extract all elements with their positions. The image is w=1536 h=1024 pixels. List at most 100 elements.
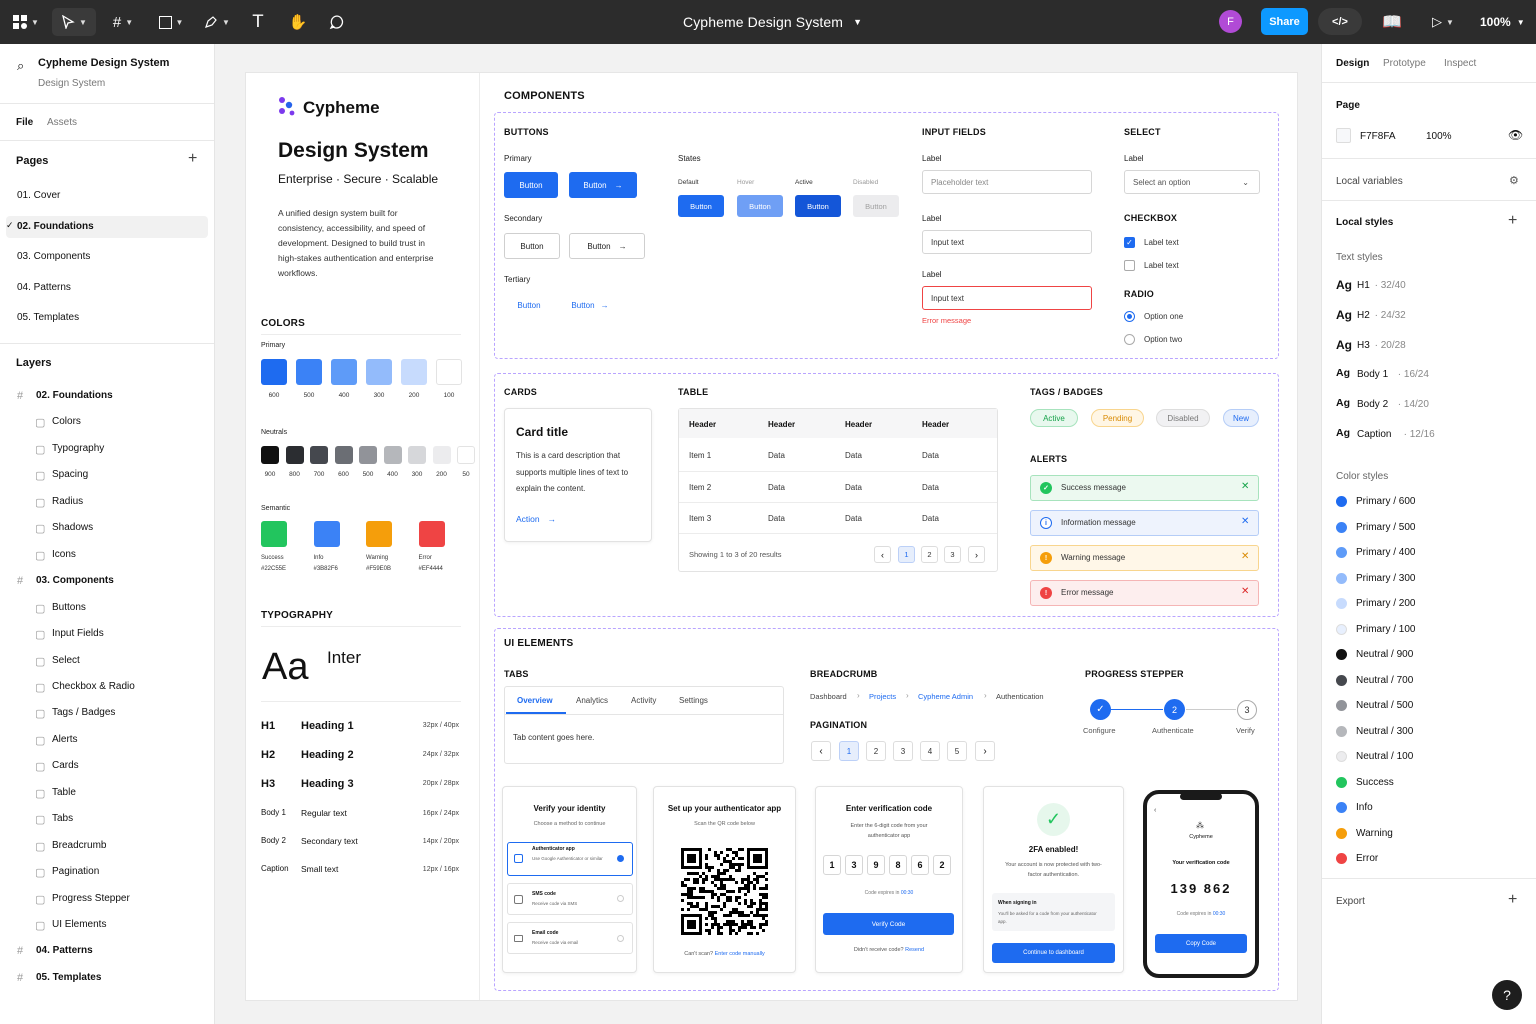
zoom-control[interactable]: 100% ▼ xyxy=(1480,0,1525,44)
state-button[interactable]: Button xyxy=(795,195,841,217)
layer-item[interactable]: UI Elements xyxy=(52,919,106,930)
tertiary-button-with-icon[interactable]: Button → xyxy=(560,293,620,317)
card-action-link[interactable]: Action → xyxy=(516,514,556,524)
enter-code-manually-link[interactable]: Enter code manually xyxy=(715,951,765,957)
text-style-name[interactable]: H1 xyxy=(1357,280,1370,291)
breadcrumb-item[interactable]: Dashboard xyxy=(810,692,847,701)
page-item[interactable]: 04. Patterns xyxy=(17,282,71,293)
tab[interactable]: Activity xyxy=(631,696,656,705)
present-button[interactable]: ▷ ▼ xyxy=(1424,8,1462,36)
layer-item[interactable]: Select xyxy=(52,655,80,666)
color-style-name[interactable]: Warning xyxy=(1356,828,1393,839)
page-item[interactable]: 01. Cover xyxy=(17,190,60,201)
code-digit-box[interactable]: 6 xyxy=(911,855,929,875)
close-icon[interactable]: ✕ xyxy=(1241,481,1249,492)
page-item[interactable]: 02. Foundations xyxy=(17,221,94,232)
color-swatch[interactable] xyxy=(383,446,402,464)
copy-code-button[interactable]: Copy Code xyxy=(1155,934,1247,953)
layer-item[interactable]: Radius xyxy=(52,496,83,507)
text-style-name[interactable]: Caption xyxy=(1357,429,1391,440)
filled-input[interactable]: Input text xyxy=(922,230,1092,254)
chevron-right-icon[interactable]: › xyxy=(968,546,985,563)
pen-tool-button[interactable]: ▼ xyxy=(198,8,236,36)
resend-link[interactable]: Resend xyxy=(905,947,924,953)
layer-item[interactable]: Typography xyxy=(52,443,104,454)
color-style-name[interactable]: Primary / 200 xyxy=(1356,598,1415,609)
code-digit-box[interactable]: 3 xyxy=(845,855,863,875)
color-style-name[interactable]: Neutral / 700 xyxy=(1356,675,1413,686)
library-button[interactable]: 📖 xyxy=(1378,8,1406,36)
checkbox-checked[interactable]: ✓ xyxy=(1124,237,1135,248)
back-chevron-icon[interactable]: ‹ xyxy=(1154,807,1156,814)
layer-item[interactable]: Spacing xyxy=(52,469,88,480)
color-swatch[interactable] xyxy=(436,359,462,385)
state-button[interactable]: Button xyxy=(737,195,783,217)
semantic-swatch[interactable] xyxy=(366,521,392,547)
layer-item[interactable]: 02. Foundations xyxy=(36,390,113,401)
share-button[interactable]: Share xyxy=(1261,8,1308,35)
placeholder-input[interactable]: Placeholder text xyxy=(922,170,1092,194)
add-style-icon[interactable]: + xyxy=(1508,212,1517,230)
export-title[interactable]: Export xyxy=(1336,896,1365,907)
color-style-name[interactable]: Neutral / 500 xyxy=(1356,700,1413,711)
breadcrumb-item[interactable]: Cypheme Admin xyxy=(918,692,973,701)
semantic-swatch[interactable] xyxy=(261,521,287,547)
layer-item[interactable]: Cards xyxy=(52,760,79,771)
avatar[interactable]: F xyxy=(1219,10,1242,33)
tab-design[interactable]: Design xyxy=(1336,58,1369,69)
text-style-name[interactable]: Body 1 xyxy=(1357,369,1388,380)
chevron-right-icon[interactable]: › xyxy=(975,741,995,761)
primary-button[interactable]: Button xyxy=(504,172,558,198)
dev-mode-toggle[interactable]: </> xyxy=(1318,8,1362,35)
radio-unselected[interactable] xyxy=(1124,334,1135,345)
color-style-name[interactable]: Neutral / 300 xyxy=(1356,726,1413,737)
tab[interactable]: Settings xyxy=(679,696,708,705)
tab[interactable]: Overview xyxy=(517,696,553,705)
color-swatch[interactable] xyxy=(261,446,279,464)
tab-inspect[interactable]: Inspect xyxy=(1444,58,1476,69)
comment-tool-button[interactable] xyxy=(325,8,349,36)
radio-selected[interactable] xyxy=(1124,311,1135,322)
tab-prototype[interactable]: Prototype xyxy=(1383,58,1426,69)
semantic-swatch[interactable] xyxy=(418,521,445,547)
color-swatch[interactable] xyxy=(261,359,287,385)
layer-item[interactable]: Table xyxy=(52,787,76,798)
color-swatch[interactable] xyxy=(359,446,377,464)
layer-item[interactable]: Pagination xyxy=(52,866,99,877)
breadcrumb-item[interactable]: Authentication xyxy=(996,692,1044,701)
continue-button[interactable]: Continue to dashboard xyxy=(992,943,1115,963)
semantic-swatch[interactable] xyxy=(313,521,340,547)
text-style-name[interactable]: H2 xyxy=(1357,310,1370,321)
layer-item[interactable]: Checkbox & Radio xyxy=(52,681,135,692)
color-swatch[interactable] xyxy=(366,359,392,385)
page-item[interactable]: 05. Templates xyxy=(17,312,79,323)
layer-item[interactable]: Buttons xyxy=(52,602,86,613)
verify-code-button[interactable]: Verify Code xyxy=(823,913,954,935)
close-icon[interactable]: ✕ xyxy=(1241,551,1249,562)
color-swatch[interactable] xyxy=(285,446,304,464)
add-page-icon[interactable]: + xyxy=(188,150,197,168)
page-button[interactable]: 3 xyxy=(944,546,961,563)
color-style-name[interactable]: Primary / 300 xyxy=(1356,573,1415,584)
error-input[interactable]: Input text xyxy=(922,286,1092,310)
color-style-name[interactable]: Primary / 100 xyxy=(1356,624,1415,635)
color-swatch[interactable] xyxy=(408,446,426,464)
code-digit-box[interactable]: 8 xyxy=(889,855,907,875)
page-button[interactable]: 2 xyxy=(921,546,938,563)
layer-item[interactable]: 03. Components xyxy=(36,575,114,586)
color-swatch[interactable] xyxy=(432,446,451,464)
layer-item[interactable]: Icons xyxy=(52,549,76,560)
main-menu-button[interactable]: ▼ xyxy=(8,8,44,36)
layer-item[interactable]: Tags / Badges xyxy=(52,707,115,718)
layer-item[interactable]: 05. Templates xyxy=(36,972,101,983)
color-swatch[interactable] xyxy=(331,359,357,385)
layer-item[interactable]: 04. Patterns xyxy=(36,945,93,956)
page-button[interactable]: 3 xyxy=(893,741,913,761)
page-button[interactable]: 4 xyxy=(920,741,940,761)
close-icon[interactable]: ✕ xyxy=(1241,586,1249,597)
chevron-left-icon[interactable]: ‹ xyxy=(874,546,891,563)
text-style-name[interactable]: H3 xyxy=(1357,340,1370,351)
search-icon[interactable]: ⌕ xyxy=(17,58,24,74)
color-style-name[interactable]: Neutral / 100 xyxy=(1356,751,1413,762)
select-dropdown[interactable]: Select an option ⌄ xyxy=(1124,170,1260,194)
